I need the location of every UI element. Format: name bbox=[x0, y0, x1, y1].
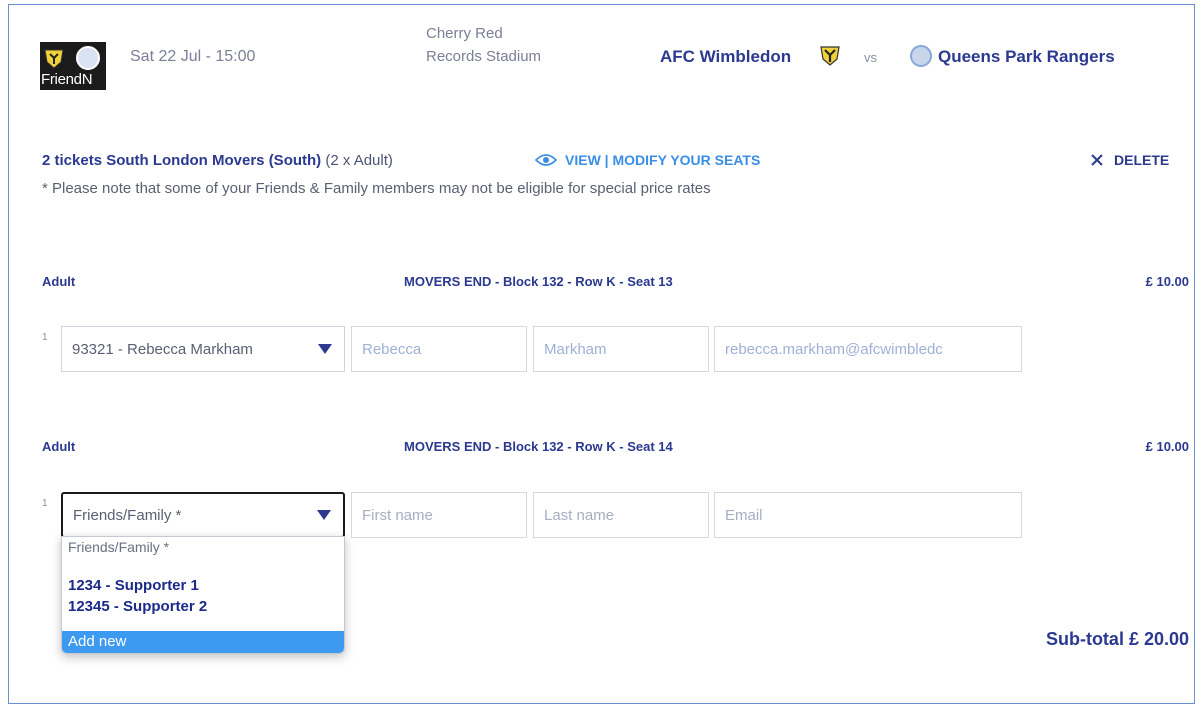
eye-icon bbox=[535, 154, 557, 166]
match-date: Sat 22 Jul - 15:00 bbox=[130, 48, 256, 65]
home-team-name: AFC Wimbledon bbox=[660, 47, 792, 66]
seat-price: £ 10.00 bbox=[1145, 439, 1189, 454]
email-field[interactable]: Email bbox=[714, 492, 1022, 538]
dropdown-header-option[interactable]: Friends/Family * bbox=[68, 539, 169, 555]
seat-description: MOVERS END - Block 132 - Row K - Seat 14 bbox=[404, 439, 673, 454]
select-value: 93321 - Rebecca Markham bbox=[72, 340, 253, 358]
friends-family-select[interactable]: Friends/Family * bbox=[61, 492, 345, 538]
ticket-quantity: (2 x Adult) bbox=[325, 152, 393, 169]
select-value: Friends/Family * bbox=[73, 506, 182, 524]
seat-type: Adult bbox=[42, 274, 76, 289]
dropdown-option-add-new[interactable]: Add new bbox=[62, 631, 344, 653]
seat-price: £ 10.00 bbox=[1145, 274, 1189, 289]
venue: Cherry Red Records Stadium bbox=[426, 25, 542, 65]
afc-wimbledon-crest-icon bbox=[44, 49, 64, 69]
first-name-field[interactable]: First name bbox=[351, 492, 527, 538]
ticket-summary-title: 2 tickets South London Movers (South) bbox=[42, 152, 322, 169]
close-icon bbox=[1091, 154, 1103, 166]
ticket-summary: 2 tickets South London Movers (South) (2… bbox=[42, 152, 393, 169]
last-name-field[interactable]: Last name bbox=[533, 492, 709, 538]
delete-label: DELETE bbox=[1114, 152, 1170, 168]
view-modify-seats-link[interactable]: VIEW | MODIFY YOUR SEATS bbox=[535, 152, 760, 168]
caret-down-icon bbox=[317, 510, 331, 520]
seat-description: MOVERS END - Block 132 - Row K - Seat 13 bbox=[404, 274, 673, 289]
away-team-name: Queens Park Rangers bbox=[938, 47, 1115, 66]
delete-button[interactable]: DELETE bbox=[1090, 152, 1169, 168]
dropdown-option-supporter-2[interactable]: 12345 - Supporter 2 bbox=[68, 598, 207, 615]
subtotal: Sub-total £ 20.00 bbox=[1045, 629, 1189, 649]
attendee-index: 1 bbox=[42, 498, 48, 509]
seat-type: Adult bbox=[42, 439, 76, 454]
first-name-field[interactable]: Rebecca bbox=[351, 326, 527, 372]
qpr-crest-icon bbox=[76, 46, 100, 70]
last-name-field[interactable]: Markham bbox=[533, 326, 709, 372]
afc-wimbledon-crest-icon bbox=[820, 46, 840, 66]
email-field[interactable]: rebecca.markham@afcwimbledc bbox=[714, 326, 1022, 372]
caret-down-icon bbox=[318, 344, 332, 354]
qpr-crest-icon bbox=[910, 45, 932, 67]
attendee-index: 1 bbox=[42, 332, 48, 343]
friends-family-logo: FriendN bbox=[40, 42, 106, 90]
view-modify-seats-label: VIEW | MODIFY YOUR SEATS bbox=[565, 152, 761, 168]
eligibility-note: * Please note that some of your Friends … bbox=[42, 180, 711, 197]
dropdown-option-supporter-1[interactable]: 1234 - Supporter 1 bbox=[68, 577, 199, 594]
friends-family-select[interactable]: 93321 - Rebecca Markham bbox=[61, 326, 345, 372]
versus-label: vs bbox=[864, 50, 877, 65]
friends-family-dropdown: Friends/Family * 1234 - Supporter 1 1234… bbox=[61, 536, 345, 654]
logo-text: FriendN bbox=[41, 71, 93, 88]
